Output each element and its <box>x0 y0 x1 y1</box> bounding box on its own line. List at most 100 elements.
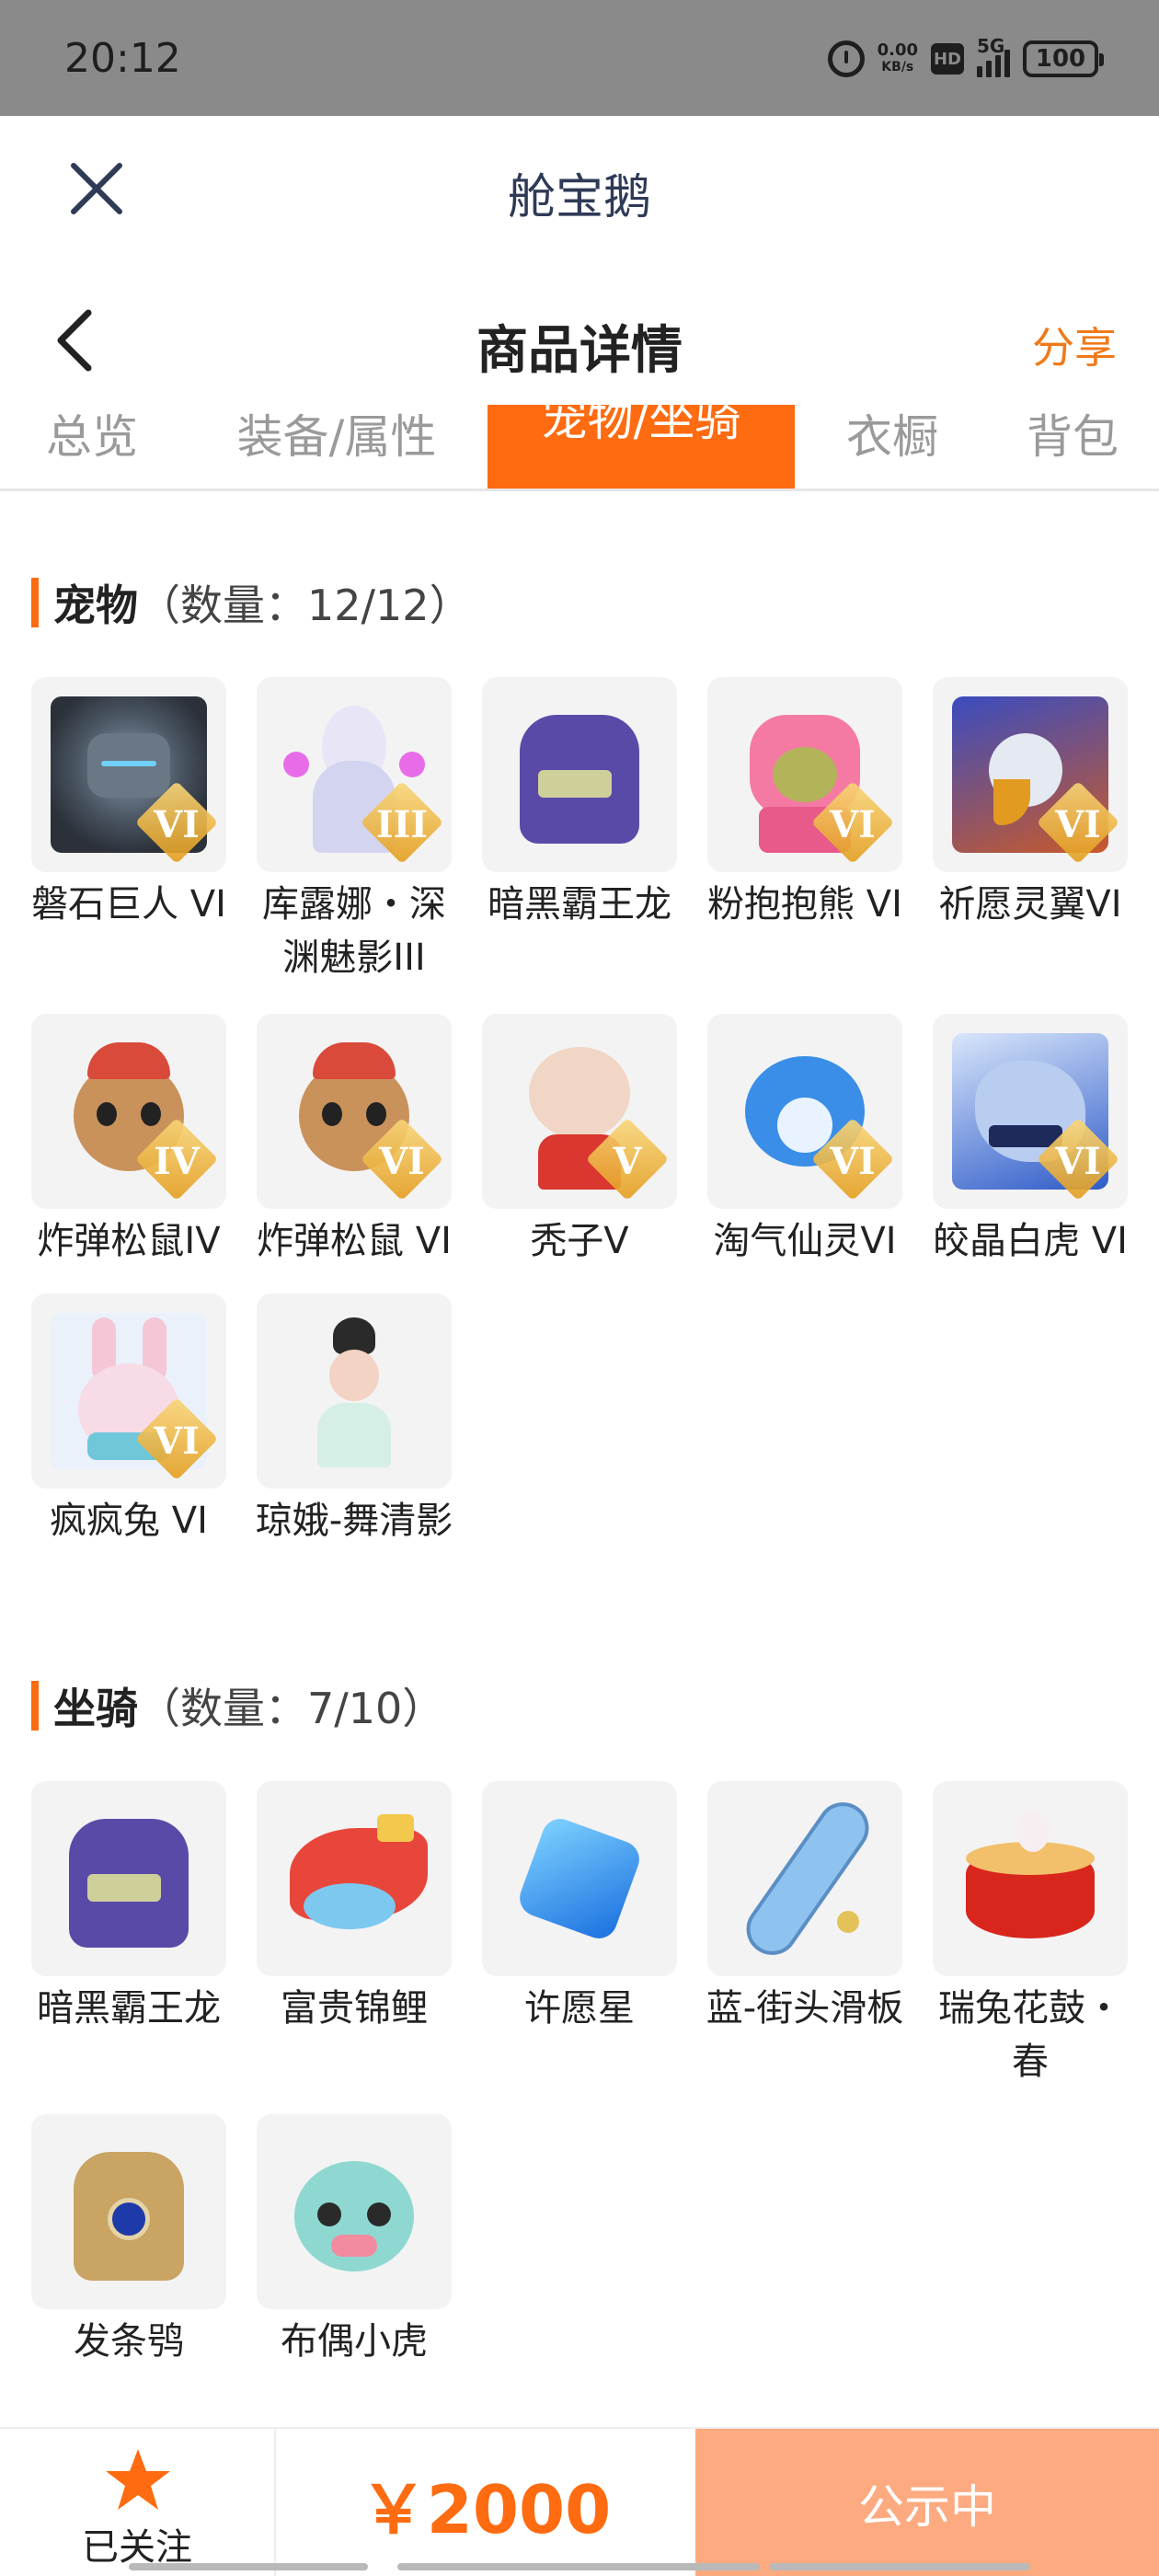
tab-wardrobe[interactable]: 衣橱 <box>828 405 957 484</box>
mount-thumbnail <box>31 2114 226 2309</box>
wish-star-image <box>501 1800 658 1957</box>
tab-overview[interactable]: 总览 <box>28 405 156 484</box>
mount-name: 布偶小虎 <box>281 2320 428 2363</box>
pet-thumbnail: IV <box>31 1014 226 1209</box>
pet-thumbnail: VI <box>31 1294 226 1489</box>
grade-label: VI <box>830 803 876 846</box>
mount-name: 瑞兔花鼓・春 <box>938 1987 1122 2083</box>
pet-name: 炸弹松鼠 VI <box>257 1220 452 1262</box>
pet-item[interactable]: VI 祈愿灵翼VI <box>925 677 1135 931</box>
grade-label: VI <box>830 1140 876 1183</box>
pets-title: 宠物 <box>53 581 138 630</box>
pet-item[interactable]: VI 皎晶白虎 VI <box>925 1014 1135 1268</box>
status-time: 20:12 <box>64 35 181 82</box>
grade-label: V <box>613 1140 642 1183</box>
pet-thumbnail: III <box>257 677 452 872</box>
signal-icon: 5G <box>977 35 1010 77</box>
star-icon <box>106 2449 170 2510</box>
dark-trex-image <box>501 696 658 853</box>
page-title: 商品详情 <box>476 321 683 381</box>
tab-backpack[interactable]: 背包 <box>1008 405 1137 484</box>
pet-item[interactable]: VI 疯疯兔 VI <box>24 1294 234 1547</box>
hd-icon: HD <box>931 43 964 75</box>
pet-thumbnail <box>257 1294 452 1489</box>
mount-thumbnail <box>257 1781 452 1976</box>
pet-item[interactable]: V 秃子V <box>475 1014 684 1268</box>
home-indicator <box>769 2563 1030 2570</box>
app-title: 舱宝鹅 <box>507 170 651 225</box>
battery-icon: 100 <box>1023 40 1104 77</box>
pet-item[interactable]: VI 炸弹松鼠 VI <box>249 1014 459 1268</box>
pet-item[interactable]: III 库露娜・深渊魅影III <box>249 677 459 984</box>
network-speed-value: 0.00 <box>877 40 918 60</box>
mount-item[interactable]: 暗黑霸王龙 <box>24 1781 234 2035</box>
publicity-status-button[interactable]: 公示中 <box>695 2429 1159 2576</box>
dark-trex-image <box>51 1800 207 1957</box>
share-button[interactable]: 分享 <box>1032 315 1117 375</box>
page-navbar: 商品详情 分享 <box>0 276 1159 405</box>
follow-button[interactable]: 已关注 <box>0 2429 276 2576</box>
pet-item[interactable]: 暗黑霸王龙 <box>475 677 684 931</box>
pet-name: 秃子V <box>530 1220 629 1262</box>
section-marker <box>31 578 39 627</box>
grade-label: VI <box>154 1420 200 1463</box>
pet-thumbnail: VI <box>933 1014 1128 1209</box>
alarm-icon <box>827 40 865 77</box>
bottom-action-bar: 已关注 ￥2000 公示中 <box>0 2427 1159 2576</box>
status-icons: 0.00 KB/s HD 5G 100 <box>827 35 1104 79</box>
pet-name: 库露娜・深渊魅影III <box>262 883 446 979</box>
pet-name: 皎晶白虎 VI <box>933 1220 1128 1262</box>
pet-item[interactable]: VI 磐石巨人 VI <box>24 677 234 931</box>
pet-name: 炸弹松鼠IV <box>37 1220 221 1262</box>
grade-label: IV <box>154 1140 200 1183</box>
pet-item[interactable]: VI 粉抱抱熊 VI <box>700 677 910 931</box>
mount-thumbnail <box>482 1781 677 1976</box>
pet-name: 磐石巨人 VI <box>31 883 226 926</box>
grade-label: VI <box>1055 1140 1101 1183</box>
mount-thumbnail <box>933 1781 1128 1976</box>
home-indicator <box>129 2563 368 2570</box>
mount-item[interactable]: 发条鸮 <box>24 2114 234 2368</box>
mount-item[interactable]: 蓝-街头滑板 <box>700 1781 910 2035</box>
pet-thumbnail: VI <box>933 677 1128 872</box>
clockwork-owl-image <box>51 2133 207 2290</box>
pet-thumbnail: V <box>482 1014 677 1209</box>
mount-item[interactable]: 富贵锦鲤 <box>249 1781 459 2035</box>
chang-e-image <box>276 1313 432 1469</box>
tab-pets-mounts-label: 宠物/坐骑 <box>541 405 741 446</box>
pets-count: （数量：12/12） <box>138 581 472 630</box>
mounts-title: 坐骑 <box>53 1684 138 1733</box>
grade-label: VI <box>1055 803 1101 846</box>
pet-thumbnail: VI <box>707 677 902 872</box>
pet-item[interactable]: 琼娥-舞清影 <box>249 1294 459 1547</box>
tab-pets-mounts[interactable]: 宠物/坐骑 <box>488 405 795 489</box>
mount-item[interactable]: 许愿星 <box>475 1781 684 2035</box>
tab-bar: 总览 装备/属性 宠物/坐骑 衣橱 背包 <box>0 405 1159 491</box>
price: ￥2000 <box>360 2470 612 2548</box>
pet-name: 疯疯兔 VI <box>50 1500 208 1542</box>
pet-item[interactable]: VI 淘气仙灵VI <box>700 1014 910 1268</box>
pet-thumbnail: VI <box>257 1014 452 1209</box>
mount-name: 蓝-街头滑板 <box>706 1987 904 2030</box>
rabbit-drum-image <box>952 1800 1108 1957</box>
section-marker <box>31 1681 39 1731</box>
grade-label: VI <box>154 803 200 846</box>
pet-name: 粉抱抱熊 VI <box>707 883 902 926</box>
pet-item[interactable]: IV 炸弹松鼠IV <box>24 1014 234 1268</box>
status-bar: 20:12 0.00 KB/s HD 5G 100 <box>0 0 1159 116</box>
grade-label: VI <box>379 1140 425 1183</box>
pet-thumbnail: VI <box>31 677 226 872</box>
skateboard-image <box>727 1800 883 1957</box>
grade-label: III <box>375 803 429 846</box>
home-indicator <box>397 2563 760 2570</box>
pet-name: 琼娥-舞清影 <box>255 1500 453 1542</box>
mount-thumbnail <box>257 2114 452 2309</box>
tab-equipment[interactable]: 装备/属性 <box>217 405 456 484</box>
network-speed-unit: KB/s <box>881 60 914 75</box>
mount-item[interactable]: 瑞兔花鼓・春 <box>925 1781 1135 2088</box>
pet-name: 祈愿灵翼VI <box>938 883 1122 926</box>
mounts-count: （数量：7/10） <box>138 1684 445 1733</box>
mount-item[interactable]: 布偶小虎 <box>249 2114 459 2368</box>
mount-thumbnail <box>31 1781 226 1976</box>
pet-thumbnail: VI <box>707 1014 902 1209</box>
